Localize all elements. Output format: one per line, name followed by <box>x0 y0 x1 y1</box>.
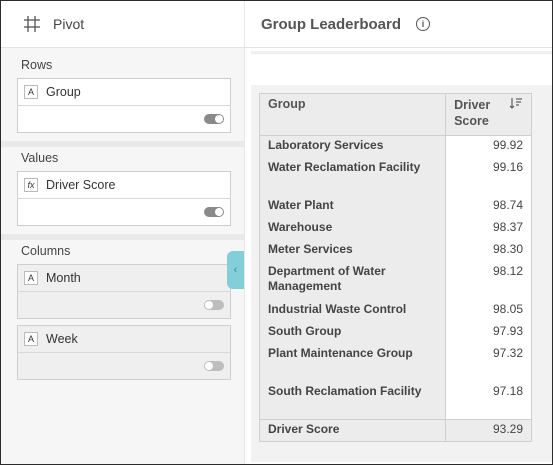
column-field-week[interactable]: A Week <box>17 325 231 380</box>
value-field-driver-score[interactable]: fx Driver Score <box>17 171 231 226</box>
group-cell: Water Plant <box>258 195 447 218</box>
score-cell: 97.93 <box>445 321 532 344</box>
table-row: South Group 97.93 <box>258 321 532 344</box>
column-header-driver-score[interactable]: Driver Score <box>445 93 532 136</box>
main-header: Group Leaderboard i <box>245 1 552 48</box>
total-row: Driver Score 93.29 <box>258 419 532 442</box>
columns-label: Columns <box>21 244 71 258</box>
group-cell: South Group <box>258 321 447 344</box>
field-name: Group <box>46 85 81 99</box>
score-cell: 98.30 <box>445 239 532 262</box>
text-type-icon: A <box>24 332 38 346</box>
group-cell: Plant Maintenance Group <box>258 343 447 382</box>
field-toggle[interactable] <box>204 114 224 124</box>
leaderboard-table: Group Driver Score Laboratory Services 99… <box>258 93 532 442</box>
group-cell: Warehouse <box>258 217 447 240</box>
formula-type-icon: fx <box>24 178 38 192</box>
collapse-sidebar-handle[interactable]: ‹ <box>227 251 244 289</box>
table-row: Warehouse 98.37 <box>258 217 532 240</box>
group-cell: Water Reclamation Facility <box>258 157 447 196</box>
field-name: Month <box>46 271 81 285</box>
score-cell: 98.74 <box>445 195 532 218</box>
info-icon[interactable]: i <box>416 17 431 31</box>
score-cell: 98.37 <box>445 217 532 240</box>
row-field-group[interactable]: A Group <box>17 78 231 133</box>
score-cell: 97.32 <box>445 343 532 382</box>
table-row: Plant Maintenance Group 97.32 <box>258 343 532 382</box>
content-area: Group Driver Score Laboratory Services 99… <box>251 51 552 462</box>
sidebar-title: Pivot <box>53 16 85 32</box>
main-panel: Group Leaderboard i Group Driver Score L… <box>245 1 552 464</box>
score-header-label: Driver Score <box>454 98 491 128</box>
app-frame: Pivot Rows A Group Values fx Driver Scor… <box>0 0 553 465</box>
total-value: 93.29 <box>445 419 532 442</box>
field-toggle[interactable] <box>204 300 224 310</box>
pivot-sidebar: Pivot Rows A Group Values fx Driver Scor… <box>1 1 245 464</box>
columns-section: Columns A Month A Week <box>1 240 244 380</box>
total-label: Driver Score <box>258 419 447 442</box>
group-cell: South Reclamation Facility <box>258 381 447 420</box>
score-cell: 98.12 <box>445 261 532 300</box>
content-toolbar <box>251 53 552 85</box>
group-cell: Department of Water Management <box>258 261 447 300</box>
field-toggle[interactable] <box>204 361 224 371</box>
rows-section: Rows A Group <box>1 48 244 133</box>
table-row: Water Reclamation Facility 99.16 <box>258 157 532 196</box>
text-type-icon: A <box>24 85 38 99</box>
field-name: Week <box>46 332 78 346</box>
field-name: Driver Score <box>46 178 116 192</box>
table-row: Laboratory Services 99.92 <box>258 135 532 158</box>
table-row: Industrial Waste Control 98.05 <box>258 299 532 322</box>
table-row: South Reclamation Facility 97.18 <box>258 381 532 420</box>
values-section: Values fx Driver Score <box>1 147 244 226</box>
field-toggle[interactable] <box>204 207 224 217</box>
page-title: Group Leaderboard <box>261 15 402 33</box>
sort-descending-icon[interactable] <box>509 97 523 129</box>
group-cell: Meter Services <box>258 239 447 262</box>
group-cell: Laboratory Services <box>258 135 447 158</box>
score-cell: 97.18 <box>445 381 532 420</box>
score-cell: 98.05 <box>445 299 532 322</box>
column-header-group[interactable]: Group <box>258 93 447 136</box>
score-cell: 99.92 <box>445 135 532 158</box>
rows-label: Rows <box>21 58 53 72</box>
values-label: Values <box>21 151 59 165</box>
text-type-icon: A <box>24 271 38 285</box>
column-field-month[interactable]: A Month <box>17 264 231 319</box>
table-row: Water Plant 98.74 <box>258 195 532 218</box>
table-row: Department of Water Management 98.12 <box>258 261 532 300</box>
group-cell: Industrial Waste Control <box>258 299 447 322</box>
sidebar-header: Pivot <box>1 1 244 48</box>
score-cell: 99.16 <box>445 157 532 196</box>
table-row: Meter Services 98.30 <box>258 239 532 262</box>
chevron-left-icon: ‹ <box>233 264 238 276</box>
grid-icon <box>24 16 40 32</box>
